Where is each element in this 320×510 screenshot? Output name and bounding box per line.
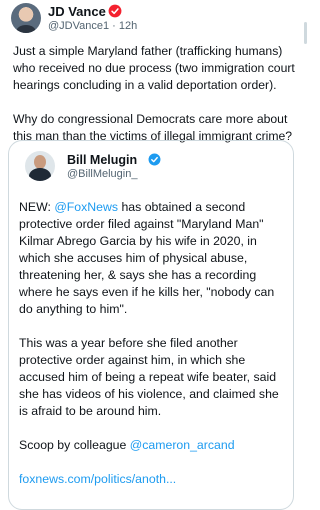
author-name[interactable]: JD Vance [48,4,106,19]
quote-text-segment: has obtained a second protective order f… [19,200,275,316]
quote-author-avatar[interactable] [25,151,55,181]
quote-author-handle[interactable]: @BillMelugin_ [67,168,137,180]
scrollbar[interactable] [304,22,307,44]
quote-paragraph: Scoop by colleague @cameron_arcand [19,437,291,454]
quote-paragraph: foxnews.com/politics/anoth... [19,471,291,488]
quote-text-segment: NEW: [19,200,55,214]
article-link[interactable]: foxnews.com/politics/anoth... [19,472,176,486]
author-avatar[interactable] [11,3,41,33]
post-paragraph: Just a simple Maryland father (trafficki… [13,44,295,92]
quote-paragraph: NEW: @FoxNews has obtained a second prot… [19,199,291,318]
verified-badge-icon [148,153,161,166]
quote-text-segment: Scoop by colleague [19,438,130,452]
quote-author-name[interactable]: Bill Melugin [67,153,137,167]
tweet: JD Vance @JDVance1 · 12h Just a simple M… [0,0,308,510]
mention-link[interactable]: @cameron_arcand [130,438,235,452]
verified-badge-icon [108,4,122,18]
quote-paragraph: This was a year before she filed another… [19,336,279,418]
post-time[interactable]: 12h [119,20,137,32]
author-meta: @JDVance1 · 12h [48,20,137,32]
quote-text: NEW: @FoxNews has obtained a second prot… [19,199,291,505]
mention-link[interactable]: @FoxNews [54,200,118,214]
author-handle[interactable]: @JDVance1 [48,20,109,32]
meta-separator: · [112,20,116,32]
quoted-tweet-card[interactable]: Bill Melugin @BillMelugin_ NEW: @FoxNews… [8,140,294,510]
